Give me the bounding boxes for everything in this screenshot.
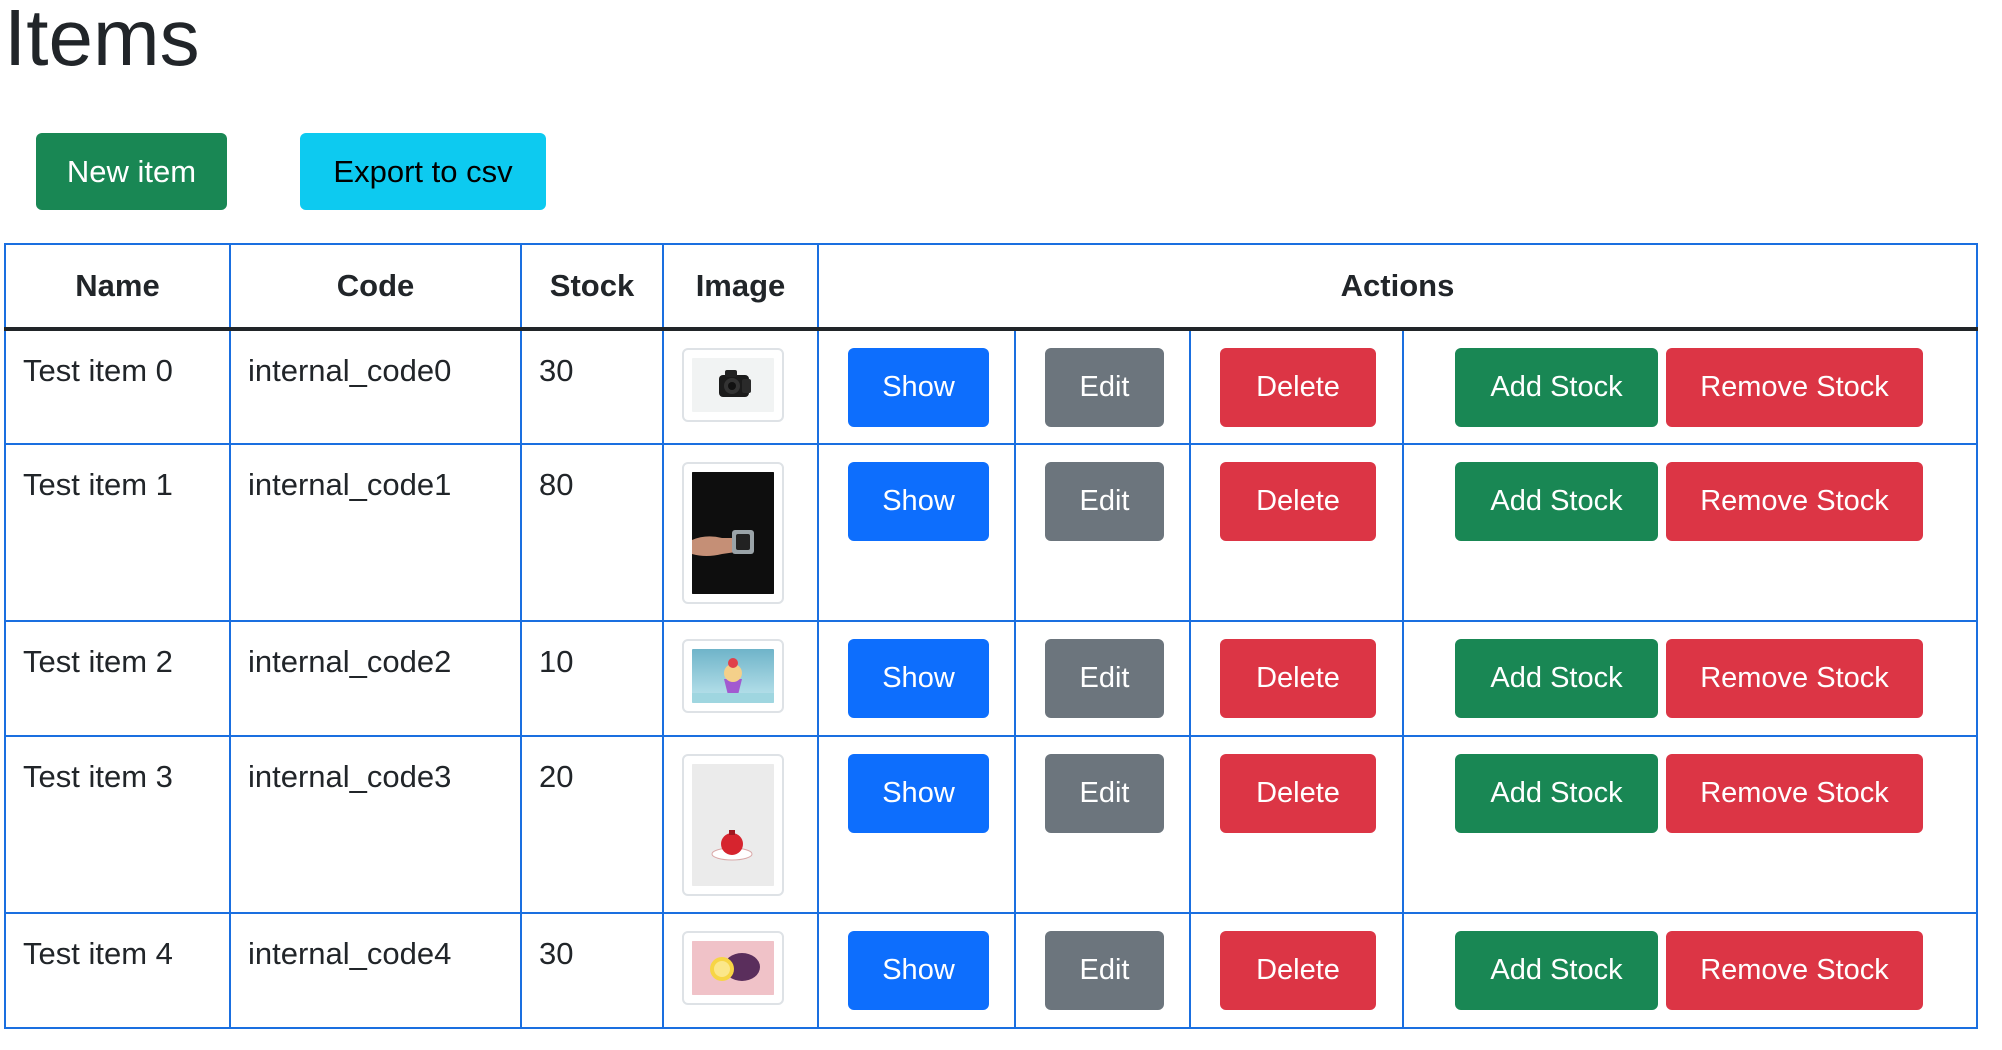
item-stock: 30 [520, 912, 664, 1029]
item-name: Test item 4 [4, 912, 231, 1029]
item-name: Test item 2 [4, 620, 231, 737]
remove-stock-button[interactable]: Remove Stock [1666, 931, 1923, 1010]
edit-button[interactable]: Edit [1045, 754, 1164, 833]
delete-button[interactable]: Delete [1220, 639, 1376, 718]
column-header-stock: Stock [520, 243, 664, 331]
items-page: Items New item Export to csv Name Code S… [0, 0, 2002, 1050]
add-stock-button[interactable]: Add Stock [1455, 931, 1658, 1010]
item-stock: 20 [520, 735, 664, 914]
table-row: Test item 3 internal_code3 20 Show Edit … [4, 735, 1978, 914]
item-stock: 10 [520, 620, 664, 737]
remove-stock-button[interactable]: Remove Stock [1666, 754, 1923, 833]
show-button[interactable]: Show [848, 462, 989, 541]
edit-button[interactable]: Edit [1045, 639, 1164, 718]
edit-button[interactable]: Edit [1045, 931, 1164, 1010]
column-header-actions: Actions [817, 243, 1978, 331]
camera-photo [692, 358, 774, 412]
new-item-button[interactable]: New item [36, 133, 227, 210]
table-row: Test item 0 internal_code0 30 Show Edit … [4, 328, 1978, 445]
show-button[interactable]: Show [848, 639, 989, 718]
items-table: Name Code Stock Image Actions Test item … [4, 243, 1978, 1029]
item-thumbnail [682, 931, 784, 1005]
delete-button[interactable]: Delete [1220, 462, 1376, 541]
column-header-image: Image [662, 243, 819, 331]
show-button[interactable]: Show [848, 931, 989, 1010]
item-code: internal_code3 [229, 735, 522, 914]
edit-button[interactable]: Edit [1045, 462, 1164, 541]
item-thumbnail [682, 462, 784, 604]
remove-stock-button[interactable]: Remove Stock [1666, 639, 1923, 718]
pomegranate-on-plate-photo [692, 764, 774, 886]
lemon-on-pink-photo [692, 941, 774, 995]
item-name: Test item 0 [4, 328, 231, 445]
add-stock-button[interactable]: Add Stock [1455, 348, 1658, 427]
delete-button[interactable]: Delete [1220, 931, 1376, 1010]
item-code: internal_code0 [229, 328, 522, 445]
page-title: Items [4, 0, 200, 82]
item-code: internal_code1 [229, 443, 522, 622]
dessert-cup-photo [692, 649, 774, 703]
item-code: internal_code2 [229, 620, 522, 737]
item-stock: 30 [520, 328, 664, 445]
show-button[interactable]: Show [848, 754, 989, 833]
item-thumbnail [682, 639, 784, 713]
remove-stock-button[interactable]: Remove Stock [1666, 348, 1923, 427]
table-row: Test item 1 internal_code1 80 Show Edit … [4, 443, 1978, 622]
item-name: Test item 3 [4, 735, 231, 914]
hand-holding-device-photo [692, 472, 774, 594]
table-row: Test item 2 internal_code2 10 Show Edit … [4, 620, 1978, 737]
delete-button[interactable]: Delete [1220, 348, 1376, 427]
item-stock: 80 [520, 443, 664, 622]
add-stock-button[interactable]: Add Stock [1455, 639, 1658, 718]
export-csv-button[interactable]: Export to csv [300, 133, 546, 210]
edit-button[interactable]: Edit [1045, 348, 1164, 427]
item-code: internal_code4 [229, 912, 522, 1029]
table-header-row: Name Code Stock Image Actions [4, 243, 1978, 331]
add-stock-button[interactable]: Add Stock [1455, 754, 1658, 833]
table-row: Test item 4 internal_code4 30 Show Edit … [4, 912, 1978, 1029]
column-header-code: Code [229, 243, 522, 331]
column-header-name: Name [4, 243, 231, 331]
item-name: Test item 1 [4, 443, 231, 622]
item-thumbnail [682, 348, 784, 422]
add-stock-button[interactable]: Add Stock [1455, 462, 1658, 541]
delete-button[interactable]: Delete [1220, 754, 1376, 833]
remove-stock-button[interactable]: Remove Stock [1666, 462, 1923, 541]
show-button[interactable]: Show [848, 348, 989, 427]
item-thumbnail [682, 754, 784, 896]
